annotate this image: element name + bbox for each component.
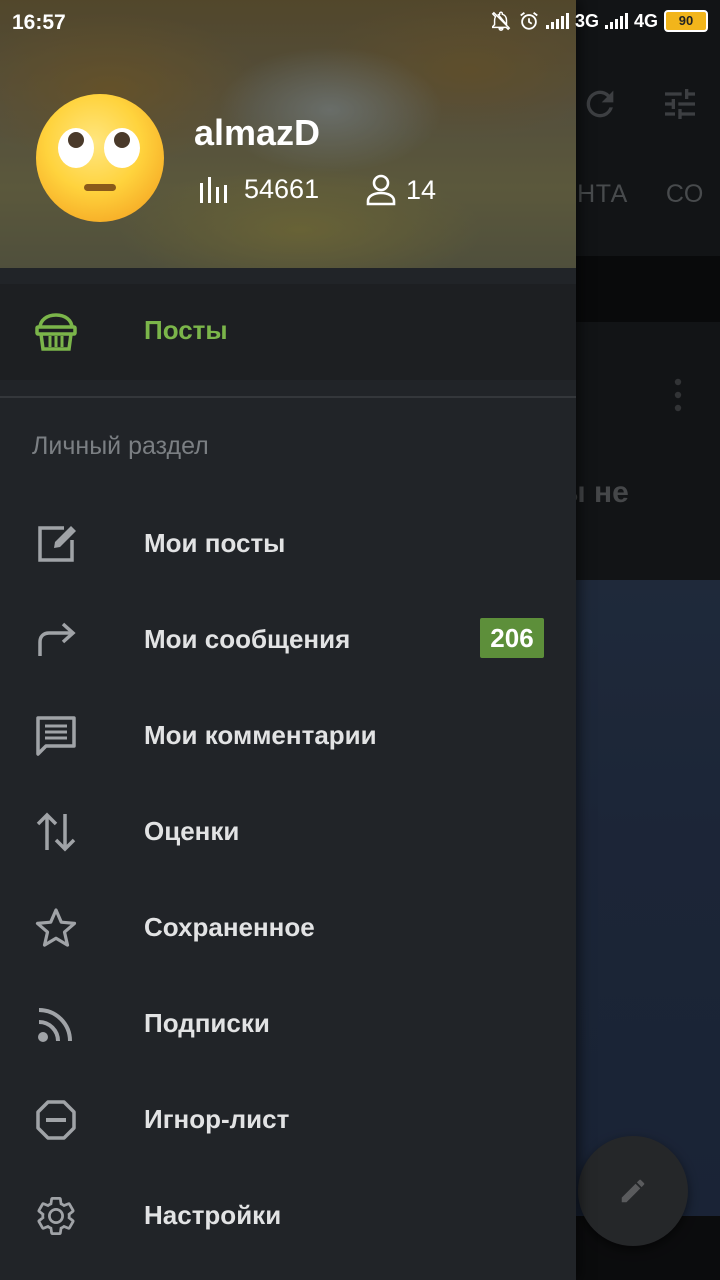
network-type-1: 3G xyxy=(574,10,599,31)
basket-icon xyxy=(35,313,77,351)
username[interactable]: almazD xyxy=(194,112,320,154)
menu-item-posts[interactable]: Посты xyxy=(0,284,576,380)
status-icons: 3G 4G 90 xyxy=(490,10,708,32)
comment-icon xyxy=(36,716,76,756)
divider xyxy=(0,396,576,398)
signal-icon xyxy=(545,13,569,29)
forward-arrow-icon xyxy=(38,622,76,656)
up-down-arrows-icon xyxy=(36,812,76,852)
star-icon xyxy=(35,908,77,947)
rss-icon xyxy=(38,1008,72,1042)
status-time: 16:57 xyxy=(12,11,66,34)
menu-item-label: Сохраненное xyxy=(144,912,315,942)
gear-icon xyxy=(37,1197,75,1235)
user-icon xyxy=(366,174,396,206)
menu-item-my-messages[interactable]: Мои сообщения 206 xyxy=(0,592,576,688)
rating-value: 54661 xyxy=(244,174,320,204)
signal-icon xyxy=(604,13,628,29)
avatar[interactable] xyxy=(36,94,164,222)
section-title: Личный раздел xyxy=(32,432,209,460)
alarm-icon xyxy=(520,12,538,30)
rating-stat: 54661 xyxy=(198,174,319,205)
menu-item-saved[interactable]: Сохраненное xyxy=(0,880,576,976)
rating-icon xyxy=(200,176,227,203)
notifications-off-icon xyxy=(491,11,511,31)
menu-item-label: Игнор-лист xyxy=(144,1104,290,1134)
menu-item-settings[interactable]: Настройки xyxy=(0,1168,576,1264)
edit-icon xyxy=(38,526,76,562)
menu-item-subscriptions[interactable]: Подписки xyxy=(0,976,576,1072)
menu-item-label: Мои сообщения xyxy=(144,624,351,654)
navigation-drawer: almazD 54661 14 Посты Личный раздел Мои … xyxy=(0,0,576,1280)
menu-item-label: Мои посты xyxy=(144,528,286,558)
menu-item-label: Подписки xyxy=(144,1008,270,1038)
network-type-2: 4G xyxy=(633,10,658,31)
menu-item-label: Оценки xyxy=(144,816,240,846)
unread-count-badge: 206 xyxy=(480,618,544,658)
menu-item-ratings[interactable]: Оценки xyxy=(0,784,576,880)
menu-item-label: Посты xyxy=(144,315,228,345)
menu-item-label: Настройки xyxy=(144,1200,282,1230)
battery-icon: 90 xyxy=(664,10,708,32)
menu-item-label: Мои комментарии xyxy=(144,720,377,750)
menu-item-ignore-list[interactable]: Игнор-лист xyxy=(0,1072,576,1168)
menu-item-my-comments[interactable]: Мои комментарии xyxy=(0,688,576,784)
block-icon xyxy=(36,1100,76,1140)
status-bar: 16:57 3G 4G 90 xyxy=(0,0,720,48)
menu-item-my-posts[interactable]: Мои посты xyxy=(0,496,576,592)
subscribers-stat: 14 xyxy=(366,174,436,206)
subscribers-value: 14 xyxy=(406,174,437,205)
